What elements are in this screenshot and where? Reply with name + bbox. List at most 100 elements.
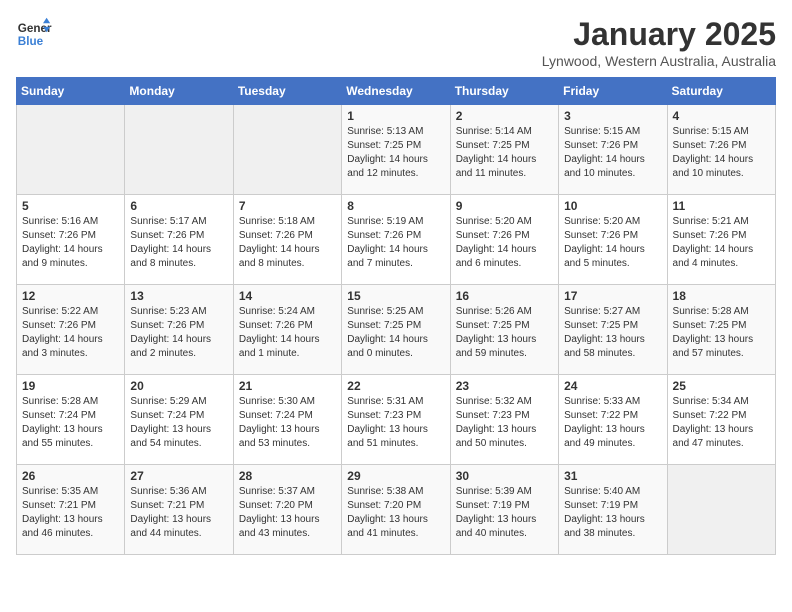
- day-number: 21: [239, 379, 336, 393]
- header-day-wednesday: Wednesday: [342, 78, 450, 105]
- logo-icon: General Blue: [16, 16, 52, 52]
- calendar-cell: 30 Sunrise: 5:39 AM Sunset: 7:19 PM Dayli…: [450, 465, 558, 555]
- calendar-cell: 19Sunrise: 5:28 AM Sunset: 7:24 PM Dayli…: [17, 375, 125, 465]
- calendar-cell: 20 Sunrise: 5:29 AM Sunset: 7:24 PM Dayli…: [125, 375, 233, 465]
- calendar-cell: 10Sunrise: 5:20 AM Sunset: 7:26 PM Dayli…: [559, 195, 667, 285]
- day-number: 28: [239, 469, 336, 483]
- day-info: Sunrise: 5:20 AM Sunset: 7:26 PM Dayligh…: [456, 215, 553, 271]
- calendar-cell: 22 Sunrise: 5:31 AM Sunset: 7:23 PM Dayli…: [342, 375, 450, 465]
- day-info: Sunrise: 5:24 AM Sunset: 7:26 PM Dayligh…: [239, 305, 336, 361]
- day-number: 9: [456, 199, 553, 213]
- calendar-subtitle: Lynwood, Western Australia, Australia: [542, 53, 776, 69]
- calendar-cell: [125, 105, 233, 195]
- day-info: Sunrise: 5:34 AM Sunset: 7:22 PM Dayligh…: [673, 395, 770, 451]
- day-number: 3: [564, 109, 661, 123]
- day-number: 10: [564, 199, 661, 213]
- day-number: 11: [673, 199, 770, 213]
- calendar-cell: 16 Sunrise: 5:26 AM Sunset: 7:25 PM Dayli…: [450, 285, 558, 375]
- calendar-cell: 15Sunrise: 5:25 AM Sunset: 7:25 PM Dayli…: [342, 285, 450, 375]
- calendar-table: SundayMondayTuesdayWednesdayThursdayFrid…: [16, 77, 776, 555]
- day-number: 16: [456, 289, 553, 303]
- page-header: General Blue January 2025 Lynwood, Weste…: [16, 16, 776, 69]
- day-info: Sunrise: 5:31 AM Sunset: 7:23 PM Dayligh…: [347, 395, 444, 451]
- header-day-tuesday: Tuesday: [233, 78, 341, 105]
- header-day-thursday: Thursday: [450, 78, 558, 105]
- calendar-cell: 25 Sunrise: 5:34 AM Sunset: 7:22 PM Dayli…: [667, 375, 775, 465]
- calendar-cell: 3 Sunrise: 5:15 AM Sunset: 7:26 PM Daylig…: [559, 105, 667, 195]
- day-number: 7: [239, 199, 336, 213]
- day-info: Sunrise: 5:22 AM Sunset: 7:26 PM Dayligh…: [22, 305, 119, 361]
- day-info: Sunrise: 5:25 AM Sunset: 7:25 PM Dayligh…: [347, 305, 444, 361]
- calendar-cell: 11 Sunrise: 5:21 AM Sunset: 7:26 PM Dayli…: [667, 195, 775, 285]
- calendar-cell: 12 Sunrise: 5:22 AM Sunset: 7:26 PM Dayli…: [17, 285, 125, 375]
- day-number: 23: [456, 379, 553, 393]
- title-block: January 2025 Lynwood, Western Australia,…: [542, 16, 776, 69]
- day-info: Sunrise: 5:38 AM Sunset: 7:20 PM Dayligh…: [347, 485, 444, 541]
- calendar-cell: 9 Sunrise: 5:20 AM Sunset: 7:26 PM Daylig…: [450, 195, 558, 285]
- calendar-cell: 13 Sunrise: 5:23 AM Sunset: 7:26 PM Dayli…: [125, 285, 233, 375]
- header-day-friday: Friday: [559, 78, 667, 105]
- calendar-cell: 1 Sunrise: 5:13 AM Sunset: 7:25 PM Daylig…: [342, 105, 450, 195]
- day-info: Sunrise: 5:15 AM Sunset: 7:26 PM Dayligh…: [673, 125, 770, 181]
- calendar-cell: 2 Sunrise: 5:14 AM Sunset: 7:25 PM Daylig…: [450, 105, 558, 195]
- calendar-cell: 27Sunrise: 5:36 AM Sunset: 7:21 PM Dayli…: [125, 465, 233, 555]
- day-number: 4: [673, 109, 770, 123]
- week-row-4: 19Sunrise: 5:28 AM Sunset: 7:24 PM Dayli…: [17, 375, 776, 465]
- calendar-cell: 7 Sunrise: 5:18 AM Sunset: 7:26 PM Daylig…: [233, 195, 341, 285]
- calendar-cell: [233, 105, 341, 195]
- day-number: 24: [564, 379, 661, 393]
- day-info: Sunrise: 5:27 AM Sunset: 7:25 PM Dayligh…: [564, 305, 661, 361]
- calendar-cell: 6 Sunrise: 5:17 AM Sunset: 7:26 PM Daylig…: [125, 195, 233, 285]
- day-number: 25: [673, 379, 770, 393]
- day-info: Sunrise: 5:13 AM Sunset: 7:25 PM Dayligh…: [347, 125, 444, 181]
- logo: General Blue: [16, 16, 52, 52]
- calendar-cell: 28 Sunrise: 5:37 AM Sunset: 7:20 PM Dayli…: [233, 465, 341, 555]
- calendar-cell: 29Sunrise: 5:38 AM Sunset: 7:20 PM Dayli…: [342, 465, 450, 555]
- svg-text:Blue: Blue: [18, 35, 44, 48]
- day-info: Sunrise: 5:40 AM Sunset: 7:19 PM Dayligh…: [564, 485, 661, 541]
- day-info: Sunrise: 5:19 AM Sunset: 7:26 PM Dayligh…: [347, 215, 444, 271]
- day-info: Sunrise: 5:23 AM Sunset: 7:26 PM Dayligh…: [130, 305, 227, 361]
- calendar-cell: 4 Sunrise: 5:15 AM Sunset: 7:26 PM Daylig…: [667, 105, 775, 195]
- day-number: 30: [456, 469, 553, 483]
- calendar-cell: 5Sunrise: 5:16 AM Sunset: 7:26 PM Daylig…: [17, 195, 125, 285]
- day-number: 20: [130, 379, 227, 393]
- day-info: Sunrise: 5:30 AM Sunset: 7:24 PM Dayligh…: [239, 395, 336, 451]
- day-info: Sunrise: 5:39 AM Sunset: 7:19 PM Dayligh…: [456, 485, 553, 541]
- day-number: 2: [456, 109, 553, 123]
- calendar-cell: 18Sunrise: 5:28 AM Sunset: 7:25 PM Dayli…: [667, 285, 775, 375]
- calendar-cell: 14Sunrise: 5:24 AM Sunset: 7:26 PM Dayli…: [233, 285, 341, 375]
- day-number: 22: [347, 379, 444, 393]
- day-info: Sunrise: 5:14 AM Sunset: 7:25 PM Dayligh…: [456, 125, 553, 181]
- day-info: Sunrise: 5:16 AM Sunset: 7:26 PM Dayligh…: [22, 215, 119, 271]
- week-row-2: 5Sunrise: 5:16 AM Sunset: 7:26 PM Daylig…: [17, 195, 776, 285]
- day-info: Sunrise: 5:15 AM Sunset: 7:26 PM Dayligh…: [564, 125, 661, 181]
- day-info: Sunrise: 5:33 AM Sunset: 7:22 PM Dayligh…: [564, 395, 661, 451]
- day-number: 18: [673, 289, 770, 303]
- day-info: Sunrise: 5:29 AM Sunset: 7:24 PM Dayligh…: [130, 395, 227, 451]
- calendar-cell: 31Sunrise: 5:40 AM Sunset: 7:19 PM Dayli…: [559, 465, 667, 555]
- day-info: Sunrise: 5:18 AM Sunset: 7:26 PM Dayligh…: [239, 215, 336, 271]
- day-number: 26: [22, 469, 119, 483]
- calendar-cell: 8Sunrise: 5:19 AM Sunset: 7:26 PM Daylig…: [342, 195, 450, 285]
- day-number: 1: [347, 109, 444, 123]
- header-day-monday: Monday: [125, 78, 233, 105]
- calendar-cell: 23 Sunrise: 5:32 AM Sunset: 7:23 PM Dayli…: [450, 375, 558, 465]
- day-info: Sunrise: 5:26 AM Sunset: 7:25 PM Dayligh…: [456, 305, 553, 361]
- day-number: 13: [130, 289, 227, 303]
- day-info: Sunrise: 5:35 AM Sunset: 7:21 PM Dayligh…: [22, 485, 119, 541]
- day-info: Sunrise: 5:17 AM Sunset: 7:26 PM Dayligh…: [130, 215, 227, 271]
- week-row-5: 26 Sunrise: 5:35 AM Sunset: 7:21 PM Dayli…: [17, 465, 776, 555]
- calendar-cell: [667, 465, 775, 555]
- day-info: Sunrise: 5:28 AM Sunset: 7:24 PM Dayligh…: [22, 395, 119, 451]
- calendar-cell: [17, 105, 125, 195]
- day-info: Sunrise: 5:37 AM Sunset: 7:20 PM Dayligh…: [239, 485, 336, 541]
- week-row-3: 12 Sunrise: 5:22 AM Sunset: 7:26 PM Dayli…: [17, 285, 776, 375]
- header-row: SundayMondayTuesdayWednesdayThursdayFrid…: [17, 78, 776, 105]
- day-info: Sunrise: 5:21 AM Sunset: 7:26 PM Dayligh…: [673, 215, 770, 271]
- day-number: 12: [22, 289, 119, 303]
- calendar-cell: 17Sunrise: 5:27 AM Sunset: 7:25 PM Dayli…: [559, 285, 667, 375]
- day-info: Sunrise: 5:32 AM Sunset: 7:23 PM Dayligh…: [456, 395, 553, 451]
- day-number: 6: [130, 199, 227, 213]
- day-number: 27: [130, 469, 227, 483]
